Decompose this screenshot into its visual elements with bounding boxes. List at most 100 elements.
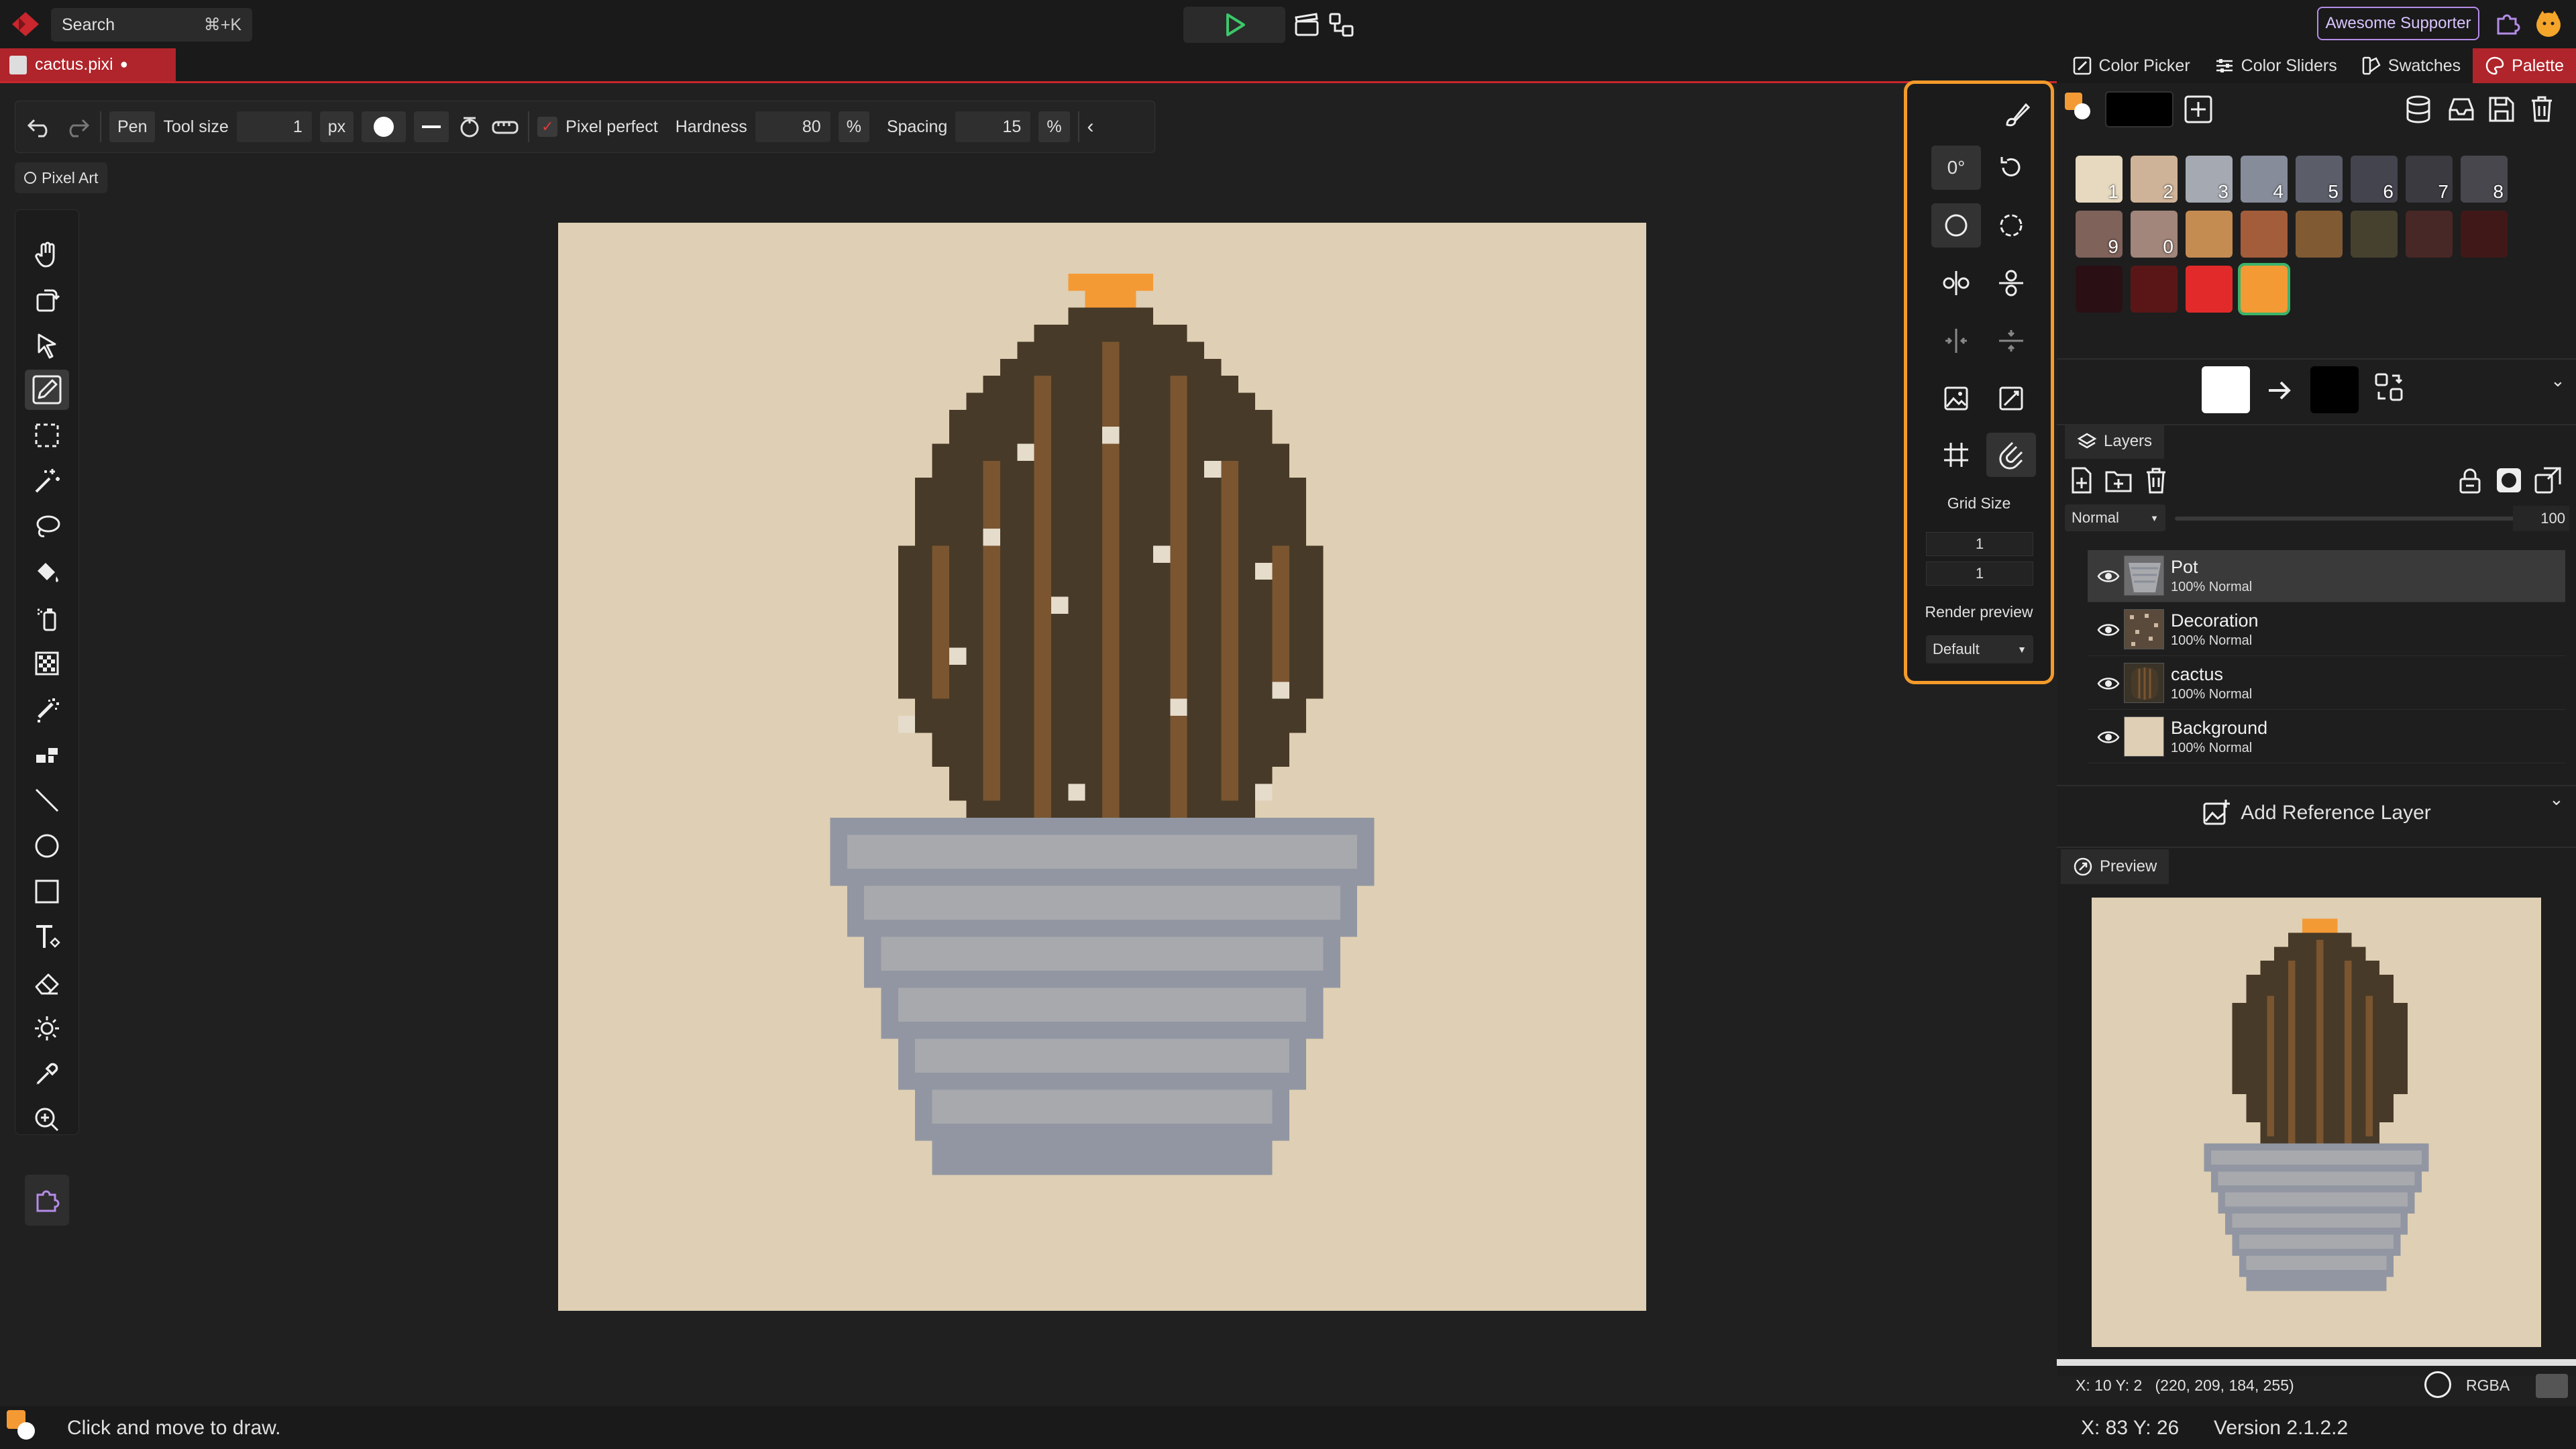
- palette-database-icon[interactable]: [2403, 94, 2434, 125]
- tool-color-picker[interactable]: [25, 1054, 69, 1094]
- palette-swatch[interactable]: [2351, 211, 2398, 258]
- hardness-input[interactable]: 80: [755, 111, 830, 142]
- brush-ruler-icon[interactable]: [490, 114, 520, 140]
- palette-swatch[interactable]: [2241, 211, 2288, 258]
- tool-blocks[interactable]: [25, 735, 69, 775]
- snap-toggle-button[interactable]: [1986, 433, 2036, 477]
- palette-swatch[interactable]: 0: [2131, 211, 2178, 258]
- grid-size-y-input[interactable]: 1: [1926, 561, 2033, 586]
- new-layer-icon[interactable]: [2066, 466, 2096, 495]
- tool-line[interactable]: [25, 780, 69, 820]
- rotation-button[interactable]: 0°: [1931, 146, 1981, 190]
- tool-rectangle[interactable]: [25, 871, 69, 912]
- puzzle-icon[interactable]: [2493, 9, 2521, 38]
- swap-colors-icon[interactable]: [2372, 370, 2406, 404]
- tool-brightness-bucket[interactable]: [25, 598, 69, 638]
- tab-color-sliders[interactable]: Color Sliders: [2202, 48, 2349, 83]
- reset-rotation-button[interactable]: [1986, 146, 2036, 190]
- tool-rectangle-select[interactable]: [25, 415, 69, 455]
- palette-swatch[interactable]: 9: [2076, 211, 2123, 258]
- brush-settings-button[interactable]: [1992, 92, 2041, 136]
- palette-swatch[interactable]: [2461, 211, 2508, 258]
- palette-swatch[interactable]: 5: [2296, 156, 2343, 203]
- delete-palette-icon[interactable]: [2526, 94, 2557, 125]
- tool-eraser[interactable]: [25, 963, 69, 1003]
- tool-fill[interactable]: [25, 552, 69, 592]
- avatar[interactable]: [2533, 8, 2564, 39]
- tool-size-input[interactable]: 1: [236, 111, 312, 142]
- palette-swatch[interactable]: [2406, 211, 2453, 258]
- delete-layer-icon[interactable]: [2141, 466, 2171, 495]
- layer-row-cactus[interactable]: cactus 100% Normal: [2088, 657, 2565, 710]
- secondary-color-swatch[interactable]: [2310, 366, 2359, 413]
- palette-swatch[interactable]: 6: [2351, 156, 2398, 203]
- palette-swatch[interactable]: [2131, 266, 2178, 313]
- flip-horizontal-button[interactable]: [1931, 261, 1981, 305]
- app-logo-icon[interactable]: [11, 11, 40, 38]
- tool-pen[interactable]: [25, 370, 69, 410]
- document-tab[interactable]: cactus.pixi ●: [0, 48, 176, 81]
- palette-swatch[interactable]: [2076, 266, 2123, 313]
- opacity-slider[interactable]: [2175, 507, 2544, 530]
- spacing-input[interactable]: 15: [955, 111, 1031, 142]
- add-color-icon[interactable]: [2183, 94, 2214, 125]
- tab-swatches[interactable]: Swatches: [2349, 48, 2473, 83]
- pressure-icon[interactable]: [457, 114, 482, 140]
- pixel-perfect-checkbox[interactable]: ✓: [537, 117, 558, 137]
- collapse-chevron-icon[interactable]: ‹: [1087, 115, 1094, 138]
- palette-browser-icon[interactable]: [2446, 94, 2477, 125]
- symmetry-vertical-button[interactable]: [1931, 319, 1981, 363]
- layer-row-pot[interactable]: Pot 100% Normal: [2088, 550, 2565, 602]
- tool-ellipse[interactable]: [25, 826, 69, 866]
- search-box[interactable]: Search ⌘+K: [51, 8, 252, 42]
- merge-layer-icon[interactable]: [2533, 466, 2563, 495]
- tool-move-view[interactable]: [25, 234, 69, 274]
- play-button[interactable]: [1183, 7, 1285, 43]
- dashed-circle-button[interactable]: [1986, 203, 2036, 248]
- new-folder-icon[interactable]: [2104, 466, 2133, 495]
- mask-icon[interactable]: [2494, 466, 2524, 495]
- palette-swatch[interactable]: 4: [2241, 156, 2288, 203]
- palette-swatch[interactable]: [2238, 263, 2290, 315]
- tab-layers[interactable]: Layers: [2065, 424, 2165, 459]
- image-reference-button[interactable]: [1931, 376, 1981, 421]
- flip-vertical-button[interactable]: [1986, 261, 2036, 305]
- node-graph-icon[interactable]: [1328, 12, 1355, 38]
- blend-mode-select[interactable]: Normal ▼: [2065, 504, 2165, 531]
- eye-icon[interactable]: [2097, 727, 2120, 747]
- redo-icon[interactable]: [62, 113, 92, 140]
- layer-row-background[interactable]: Background 100% Normal: [2088, 711, 2565, 763]
- palette-swatch[interactable]: 7: [2406, 156, 2453, 203]
- lock-icon[interactable]: [2455, 466, 2485, 495]
- layer-row-decoration[interactable]: Decoration 100% Normal: [2088, 604, 2565, 656]
- expand-chevron-icon[interactable]: ⌄: [2549, 789, 2564, 810]
- color-mode-toggle[interactable]: [2536, 1374, 2568, 1398]
- add-reference-layer-button[interactable]: Add Reference Layer: [2057, 789, 2576, 837]
- tab-color-picker[interactable]: Color Picker: [2060, 48, 2202, 83]
- hex-color-field[interactable]: [2105, 91, 2174, 127]
- tool-lasso[interactable]: [25, 506, 69, 547]
- tool-plugins[interactable]: [25, 1175, 69, 1226]
- preview-canvas[interactable]: [2092, 898, 2541, 1347]
- palette-swatch[interactable]: 2: [2131, 156, 2178, 203]
- eye-icon[interactable]: [2097, 566, 2120, 586]
- tool-select[interactable]: [25, 325, 69, 366]
- brush-shape-circle-button[interactable]: [362, 111, 407, 142]
- preview-scrollbar[interactable]: [2057, 1359, 2576, 1366]
- tool-dither[interactable]: [25, 689, 69, 729]
- tool-magic-wand[interactable]: [25, 461, 69, 501]
- stroke-line-button[interactable]: [414, 111, 449, 142]
- tab-palette[interactable]: Palette: [2473, 48, 2576, 83]
- palette-swatch[interactable]: [2186, 211, 2233, 258]
- primary-color-swatch[interactable]: [2202, 366, 2250, 413]
- mode-chip[interactable]: Pixel Art: [15, 162, 108, 193]
- palette-swatch[interactable]: [2186, 266, 2233, 313]
- tool-brightness[interactable]: [25, 1008, 69, 1049]
- expand-chevron-icon[interactable]: ⌄: [2551, 370, 2565, 391]
- palette-swatch[interactable]: 3: [2186, 156, 2233, 203]
- tab-preview[interactable]: Preview: [2061, 849, 2169, 884]
- palette-swatch[interactable]: [2296, 211, 2343, 258]
- canvas[interactable]: [558, 223, 1646, 1311]
- tool-zoom[interactable]: [25, 1099, 69, 1140]
- tool-noise-fill[interactable]: [25, 643, 69, 684]
